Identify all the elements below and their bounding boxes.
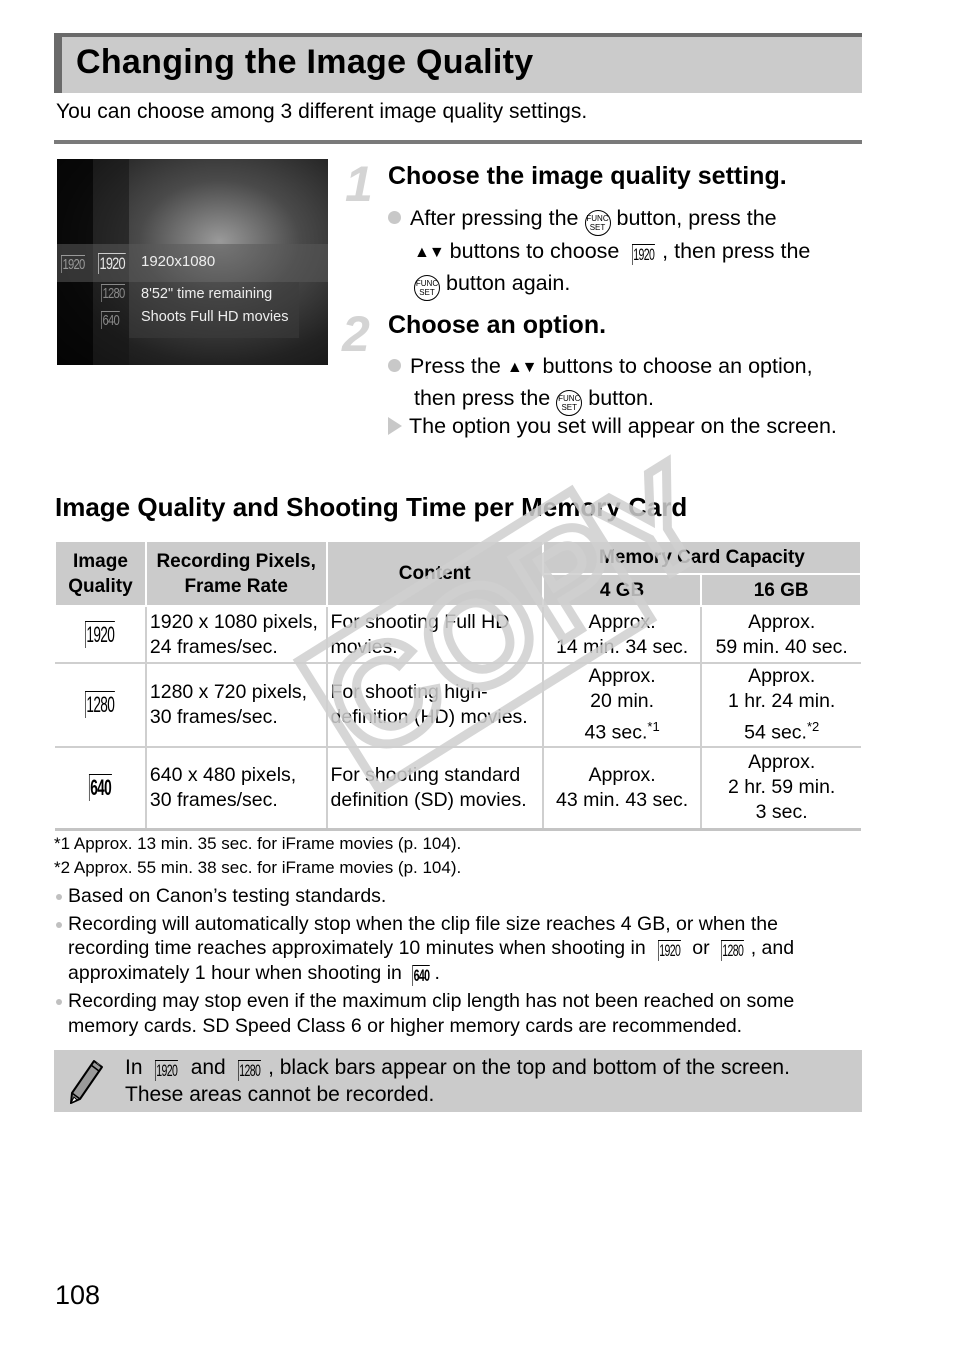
up-down-arrows-icon: ▲▼ xyxy=(414,244,445,261)
pencil-icon xyxy=(69,1060,103,1105)
cell-16gb: Approx. 59 min. 40 sec. xyxy=(700,605,861,664)
divider xyxy=(54,140,862,144)
cell-content: For shooting Full HD movies. xyxy=(325,605,544,664)
cell-16gb: Approx. 1 hr. 24 min. 54 sec.*2 xyxy=(700,662,861,748)
func-set-button-icon: FUNC SET xyxy=(414,275,440,301)
footnote-ref: *1 xyxy=(647,719,660,734)
table-header-row: Image Quality Recording Pixels, Frame Rate… xyxy=(54,540,863,607)
step-1-title: Choose the image quality setting. xyxy=(388,162,787,190)
quality-1280-icon: 1280 xyxy=(85,691,115,719)
step-2-result: The option you set will appear on the sc… xyxy=(388,411,844,441)
header-memory-card-capacity: Memory Card Capacity xyxy=(541,540,863,575)
screen-resolution: 1920x1080 xyxy=(141,253,216,270)
cell-content: For shooting standard definition (SD) mov… xyxy=(325,745,544,831)
quality-1920-icon: 1920 xyxy=(657,940,681,961)
step-1-instructions: After pressing the FUNC SET button, press… xyxy=(388,203,874,301)
memo-text: In 1920 and 1280 , black bars appear on … xyxy=(125,1056,790,1106)
camera-screen-image: 1920 1920 1280 640 1920x1080 8'52" time … xyxy=(57,159,328,365)
footnote-1: *1 Approx. 13 min. 35 sec. for iFrame mo… xyxy=(54,834,462,853)
header-image-quality: Image Quality xyxy=(54,540,147,607)
bullet-icon xyxy=(388,359,401,372)
bullet-icon xyxy=(388,211,401,224)
quality-1920-icon: 1920 xyxy=(61,255,85,273)
header-recording-pixels: Recording Pixels, Frame Rate xyxy=(144,540,328,607)
result-arrow-icon xyxy=(388,417,402,435)
note-item: Based on Canon’s testing standards. xyxy=(54,884,854,909)
page-title: Changing the Image Quality xyxy=(76,43,534,81)
cell-pixels: 1280 x 720 pixels, 30 frames/sec. xyxy=(144,662,328,748)
screen-description: Shoots Full HD movies xyxy=(141,309,289,325)
quality-1920-icon: 1920 xyxy=(85,621,115,648)
notes-list: Based on Canon’s testing standards. Reco… xyxy=(54,884,854,1041)
footnote-ref: *2 xyxy=(806,719,820,734)
title-bar: Changing the Image Quality xyxy=(54,33,862,93)
quality-640-icon: 640 xyxy=(88,774,112,802)
cell-4gb: Approx. 43 min. 43 sec. xyxy=(541,745,703,831)
cell-16gb: Approx. 2 hr. 59 min. 3 sec. xyxy=(700,745,861,831)
page-number: 108 xyxy=(55,1280,101,1310)
table-row: 640 640 x 480 pixels, 30 frames/sec. For … xyxy=(55,745,861,831)
quality-1920-selected-icon: 1920 xyxy=(98,253,126,274)
cell-content: For shooting high-definition (HD) movies… xyxy=(325,662,544,748)
up-down-arrows-icon: ▲▼ xyxy=(506,359,538,376)
intro-text: You can choose among 3 different image q… xyxy=(56,100,588,123)
quality-1280-icon: 1280 xyxy=(101,284,125,302)
note-item: Recording may stop even if the maximum c… xyxy=(54,989,854,1038)
func-set-button-icon: FUNC SET xyxy=(584,210,611,236)
memo-box: In 1920 and 1280 , black bars appear on … xyxy=(54,1050,862,1112)
quality-1280-icon: 1280 xyxy=(238,1060,262,1081)
quality-1920-icon: 1920 xyxy=(155,1060,179,1081)
step-2-number: 2 xyxy=(342,306,370,362)
cell-4gb: Approx. 14 min. 34 sec. xyxy=(541,605,703,664)
step-2-title: Choose an option. xyxy=(388,311,607,339)
step-2-instructions: Press the ▲▼ buttons to choose an option… xyxy=(388,351,844,416)
note-item: Recording will automatically stop when t… xyxy=(54,912,854,986)
screen-time-remaining: 8'52" time remaining xyxy=(141,286,273,302)
header-4gb: 4 GB xyxy=(541,573,703,607)
table-row: 1280 1280 x 720 pixels, 30 frames/sec. Fo… xyxy=(55,662,861,748)
section-heading: Image Quality and Shooting Time per Memo… xyxy=(55,492,688,522)
step-1-number: 1 xyxy=(345,156,373,212)
cell-4gb: Approx. 20 min. 43 sec.*1 xyxy=(541,662,703,748)
table-row: 1920 1920 x 1080 pixels, 24 frames/sec. F… xyxy=(55,605,861,664)
footnote-2: *2 Approx. 55 min. 38 sec. for iFrame mo… xyxy=(54,858,462,877)
quality-1920-icon: 1920 xyxy=(632,244,656,265)
cell-pixels: 1920 x 1080 pixels, 24 frames/sec. xyxy=(144,605,328,664)
quality-640-icon: 640 xyxy=(412,965,430,986)
header-16gb: 16 GB xyxy=(700,573,862,607)
cell-pixels: 640 x 480 pixels, 30 frames/sec. xyxy=(144,745,328,831)
quality-1280-icon: 1280 xyxy=(721,940,745,961)
header-content: Content xyxy=(325,540,544,607)
quality-640-icon: 640 xyxy=(101,311,120,329)
quality-table: Image Quality Recording Pixels, Frame Rate… xyxy=(54,540,863,831)
